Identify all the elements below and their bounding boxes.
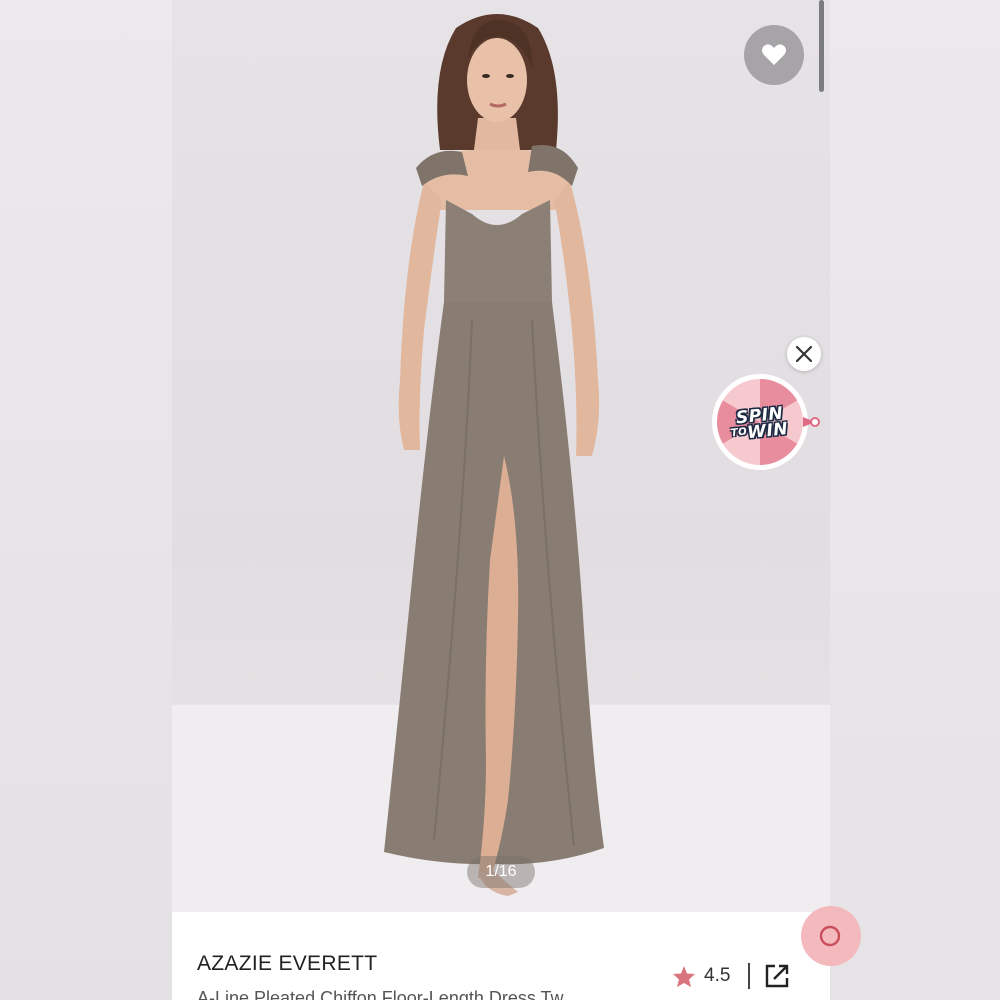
product-info: AZAZIE EVERETT A-Line Pleated Chiffon Fl… — [172, 912, 830, 1000]
product-subtitle: A-Line Pleated Chiffon Floor-Length Dres… — [197, 988, 564, 1000]
background-left — [0, 0, 172, 1000]
rating-and-share: 4.5 — [672, 960, 790, 992]
heart-icon — [762, 44, 786, 65]
wishlist-button[interactable] — [744, 25, 804, 85]
chat-icon — [819, 925, 841, 947]
product-page: 1/16 — [172, 0, 830, 1000]
external-link-icon[interactable] — [764, 963, 790, 989]
close-icon — [795, 345, 813, 363]
product-brand: AZAZIE EVERETT — [197, 952, 378, 975]
background-right — [830, 0, 1000, 1000]
scrollbar[interactable] — [819, 0, 824, 92]
spin-wheel-icon — [712, 374, 820, 470]
divider — [748, 963, 751, 989]
star-icon — [673, 965, 695, 987]
close-spin-button[interactable] — [787, 337, 821, 371]
floating-action-button[interactable] — [801, 906, 861, 966]
gallery-pager: 1/16 — [467, 856, 535, 888]
spin-to-win-widget[interactable]: SPIN TOWIN — [711, 373, 820, 471]
rating-value: 4.5 — [704, 965, 731, 986]
